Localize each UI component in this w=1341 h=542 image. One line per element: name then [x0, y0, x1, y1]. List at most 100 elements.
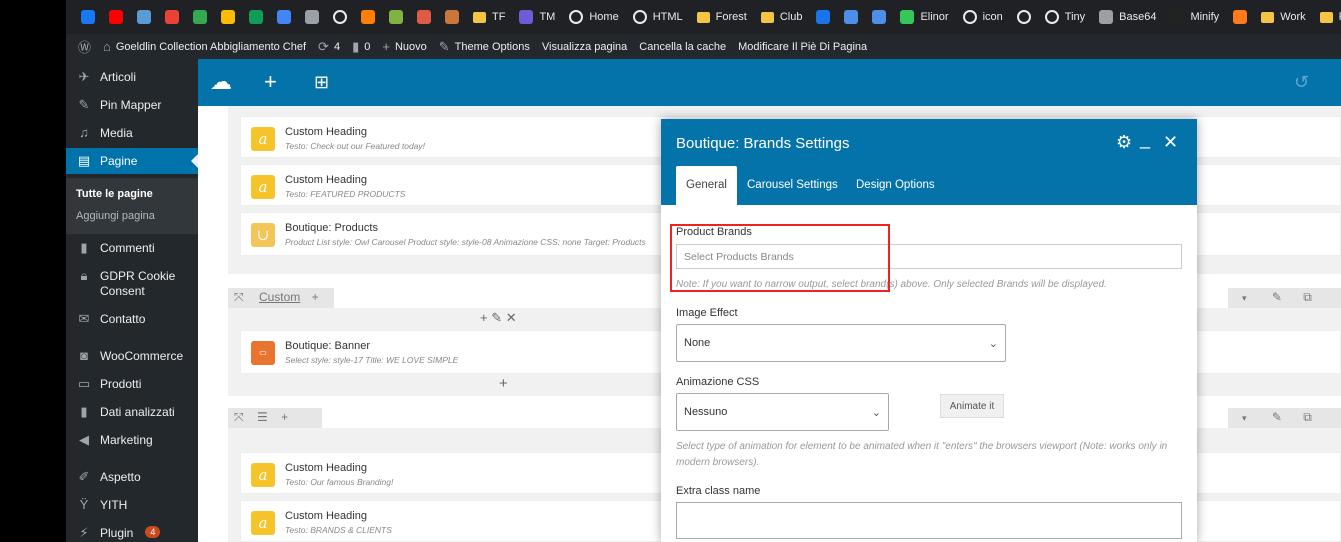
sidebar-item-label: Contatto: [100, 312, 146, 326]
add-column-icon[interactable]: +: [281, 410, 288, 424]
close-icon[interactable]: ✕: [1163, 132, 1178, 153]
edit-icon[interactable]: ✎: [491, 310, 502, 325]
bookmark-item-9[interactable]: [326, 4, 354, 30]
bookmark-forest[interactable]: Forest: [690, 4, 754, 30]
sidebar-item-aspetto[interactable]: ✐ Aspetto: [66, 470, 198, 485]
bookmark-item-13[interactable]: [438, 4, 466, 30]
bookmark-item-10[interactable]: [354, 4, 382, 30]
woo-icon: ◙: [80, 348, 88, 363]
sidebar-item-yith[interactable]: Ÿ YITH: [66, 498, 198, 513]
bookmark-item-25[interactable]: [1010, 4, 1038, 30]
bookmark-item-2[interactable]: [130, 4, 158, 30]
plus-icon: +: [382, 39, 390, 54]
bookmark-item-29[interactable]: [1226, 4, 1254, 30]
wordpress-logo[interactable]: Ⓦ: [72, 37, 97, 56]
bookmark-base64[interactable]: Base64: [1092, 4, 1163, 30]
sidebar-item-plugin[interactable]: ⚡ Plugin 4: [66, 526, 198, 540]
bookmark-minify[interactable]: Minify: [1163, 4, 1226, 30]
bookmark-label: Club: [779, 11, 803, 23]
edit-icon[interactable]: ✎: [1272, 410, 1282, 424]
comments-link[interactable]: ▮ 0: [346, 39, 376, 55]
chevron-down-icon[interactable]: ▾: [1242, 413, 1247, 424]
view-page-link[interactable]: Visualizza pagina: [536, 41, 633, 53]
sidebar-item-contatto[interactable]: ✉ Contatto: [66, 312, 198, 327]
bookmark-label: TM: [539, 11, 556, 23]
bt-icon: [1170, 10, 1185, 24]
bookmark-item-22[interactable]: [865, 4, 893, 30]
new-content-link[interactable]: + Nuovo: [376, 39, 432, 54]
clone-icon[interactable]: ⧉: [1303, 410, 1312, 425]
cloud-icon[interactable]: ☁: [210, 69, 232, 95]
tab-design-options[interactable]: Design Options: [846, 166, 945, 205]
animation-select[interactable]: Nessuno ⌄: [676, 393, 889, 431]
bookmark-item-8[interactable]: [298, 4, 326, 30]
bookmark-tm[interactable]: TM: [512, 4, 562, 30]
sidebar-item-commenti[interactable]: ▮ Commenti: [66, 241, 198, 256]
bookmark-tf[interactable]: TF: [466, 4, 512, 30]
bookmark-icon[interactable]: icon: [956, 4, 1010, 30]
bookmark-work[interactable]: Work: [1254, 4, 1312, 30]
bookmark-club[interactable]: Club: [754, 4, 810, 30]
bookmark-item-20[interactable]: [809, 4, 837, 30]
extra-class-input[interactable]: [676, 502, 1182, 539]
clone-icon[interactable]: ⧉: [1303, 290, 1312, 305]
submenu-add-page[interactable]: Aggiungi pagina: [76, 210, 155, 222]
add-element-button[interactable]: +: [264, 69, 277, 95]
element-title: Boutique: Banner: [285, 340, 371, 352]
chevron-down-icon[interactable]: ▾: [1242, 293, 1247, 304]
sidebar-item-marketing[interactable]: ◀ Marketing: [66, 433, 198, 448]
tab-general[interactable]: General: [676, 166, 737, 205]
bookmark-item-6[interactable]: [242, 4, 270, 30]
bookmark-item-7[interactable]: [270, 4, 298, 30]
sidebar-item-gdpr[interactable]: 🔒︎ GDPR Cookie Consent: [66, 269, 198, 299]
sidebar-item-media[interactable]: ♫ Media: [66, 126, 198, 141]
move-icon[interactable]: ⤧: [234, 410, 244, 425]
bookmark-tiny[interactable]: Tiny: [1038, 4, 1092, 30]
gear-icon[interactable]: ⚙: [1116, 132, 1132, 153]
undo-icon[interactable]: ↺: [1294, 69, 1309, 95]
edit-footer-link[interactable]: Modificare Il Piè Di Pagina: [732, 41, 873, 53]
bookmark-item-1[interactable]: [102, 4, 130, 30]
bookmark-html[interactable]: HTML: [626, 4, 690, 30]
sidebar-item-prodotti[interactable]: ▭ Prodotti: [66, 377, 198, 392]
bookmark-font[interactable]: Font: [1313, 4, 1341, 30]
edit-icon[interactable]: ✎: [1272, 290, 1282, 304]
add-column-icon[interactable]: +: [312, 290, 319, 304]
updates-link[interactable]: ⟳ 4: [312, 39, 346, 55]
layout-icon[interactable]: ☰: [257, 410, 268, 424]
sidebar-item-woocommerce[interactable]: ◙ WooCommerce: [66, 348, 198, 364]
chevron-down-icon: ⌄: [988, 337, 998, 350]
bookmark-label: Elinor: [920, 11, 949, 23]
bookmark-home[interactable]: Home: [562, 4, 625, 30]
bookmark-item-3[interactable]: [158, 4, 186, 30]
image-effect-select[interactable]: None ⌄: [676, 324, 1006, 362]
bookmark-item-12[interactable]: [410, 4, 438, 30]
clear-cache-link[interactable]: Cancella la cache: [633, 41, 732, 53]
theme-options-link[interactable]: ✎ Theme Options: [433, 39, 536, 55]
bookmark-elinor[interactable]: Elinor: [893, 4, 955, 30]
bookmark-item-21[interactable]: [837, 4, 865, 30]
sidebar-item-pin-mapper[interactable]: ✎ Pin Mapper: [66, 98, 198, 113]
sidebar-item-pagine[interactable]: ▤ Pagine: [66, 148, 198, 174]
admin-bar: Ⓦ ⌂ Goeldlin Collection Abbigliamento Che…: [66, 34, 1341, 59]
bookmark-item-5[interactable]: [214, 4, 242, 30]
sidebar-item-articoli[interactable]: ✈ Articoli: [66, 70, 198, 85]
site-name-link[interactable]: ⌂ Goeldlin Collection Abbigliamento Chef: [97, 39, 312, 54]
submenu-all-pages[interactable]: Tutte le pagine: [76, 188, 153, 200]
templates-icon[interactable]: ⊞: [314, 69, 329, 95]
move-icon[interactable]: ⤧: [234, 290, 244, 305]
bookmark-item-0[interactable]: [74, 4, 102, 30]
bookmark-item-11[interactable]: [382, 4, 410, 30]
animate-it-button[interactable]: Animate it: [940, 394, 1004, 418]
close-icon[interactable]: ✕: [506, 310, 517, 325]
minimize-icon[interactable]: _: [1140, 129, 1150, 150]
tab-carousel-settings[interactable]: Carousel Settings: [737, 166, 848, 205]
theme-options-label: Theme Options: [454, 40, 530, 53]
row-custom-label[interactable]: Custom: [259, 290, 300, 304]
site-name: Goeldlin Collection Abbigliamento Chef: [115, 40, 307, 53]
add-element-icon[interactable]: +: [499, 375, 508, 392]
sidebar-item-dati-analizzati[interactable]: ▮ Dati analizzati: [66, 405, 198, 420]
sidebar-item-label: Aspetto: [100, 470, 141, 484]
bookmark-item-4[interactable]: [186, 4, 214, 30]
add-icon[interactable]: +: [480, 310, 488, 325]
